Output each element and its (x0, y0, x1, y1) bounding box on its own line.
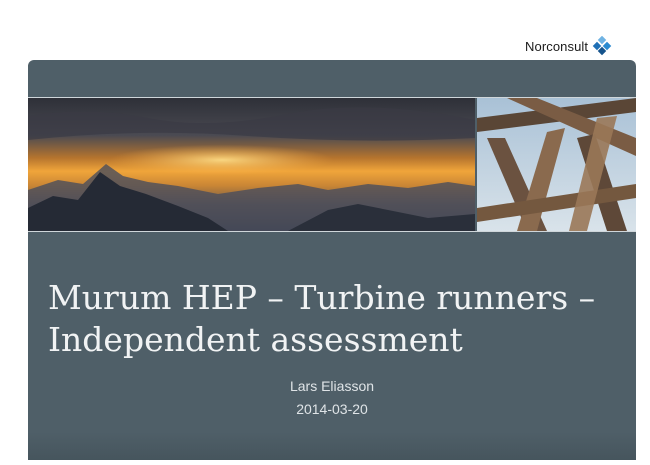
company-logo: Norconsult (525, 36, 612, 56)
slide-title: Murum HEP – Turbine runners – Independen… (48, 278, 596, 359)
title-slide: Murum HEP – Turbine runners – Independen… (28, 60, 636, 460)
norconsult-diamond-logo-icon (592, 36, 612, 56)
logo-text: Norconsult (525, 38, 589, 54)
author-name: Lars Eliasson (289, 378, 375, 394)
timber-truss-photo (477, 98, 636, 231)
image-bottom-border (28, 231, 636, 232)
presentation-date: 2014-03-20 (296, 401, 368, 417)
mountain-sunset-photo (28, 98, 475, 231)
